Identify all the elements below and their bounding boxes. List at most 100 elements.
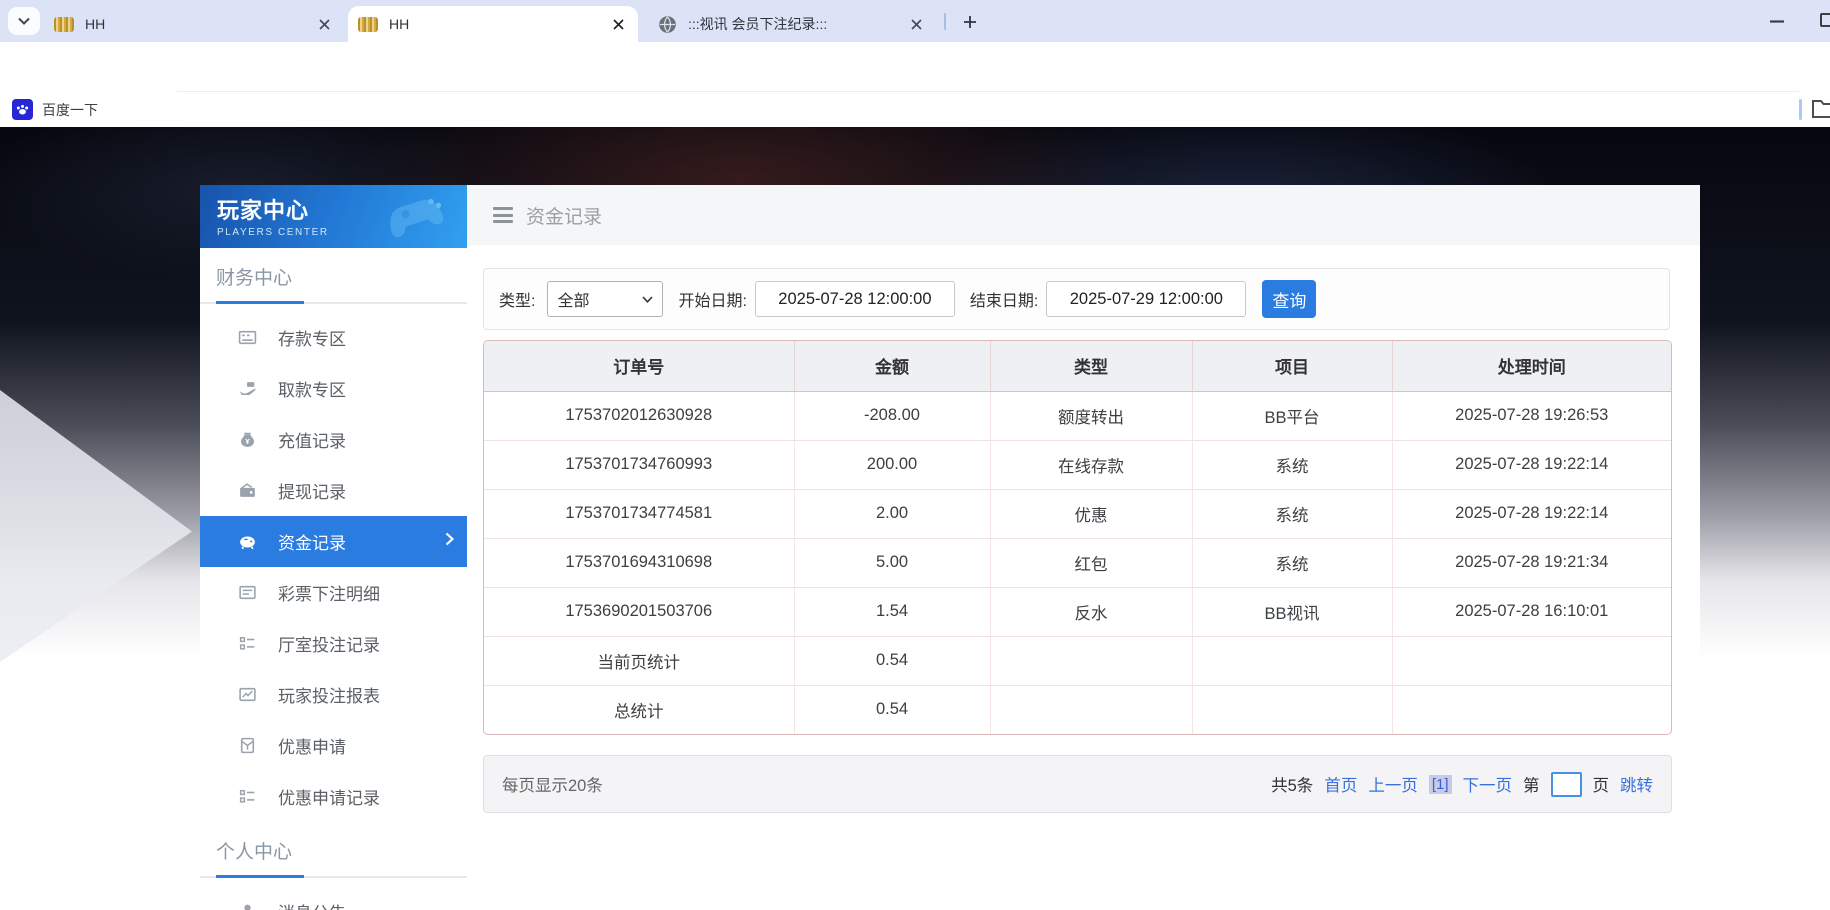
jump-prefix-label: 第 bbox=[1523, 772, 1540, 796]
page-background: 玩家中心 PLAYERS CENTER 财务中心 存款专区 取款专区 充值记录 bbox=[0, 127, 1830, 910]
bookmark-label: 百度一下 bbox=[42, 100, 98, 120]
sidebar-item-hall-bet-record[interactable]: 厅室投注记录 bbox=[200, 618, 467, 669]
sidebar-item-promo-apply-record[interactable]: 优惠申请记录 bbox=[200, 771, 467, 822]
close-icon[interactable] bbox=[906, 14, 926, 34]
table-cell: -208.00 bbox=[794, 391, 990, 440]
table-cell: 2.00 bbox=[794, 489, 990, 538]
list-check-icon bbox=[238, 787, 257, 806]
table-cell bbox=[990, 636, 1192, 685]
tab-search-button[interactable] bbox=[8, 7, 40, 35]
section-divider bbox=[200, 876, 467, 878]
sidebar-item-label: 提现记录 bbox=[278, 478, 346, 503]
sidebar-item-promo-apply[interactable]: 优惠申请 bbox=[200, 720, 467, 771]
table-cell: 1753701694310698 bbox=[484, 538, 794, 587]
folder-icon[interactable] bbox=[1812, 98, 1830, 118]
table-cell: 5.00 bbox=[794, 538, 990, 587]
main-header: 资金记录 bbox=[467, 185, 1700, 245]
table-cell: 红包 bbox=[990, 538, 1192, 587]
sidebar-item-label: 厅室投注记录 bbox=[278, 631, 380, 656]
pagination-bar: 每页显示20条 共5条 首页 上一页 [1] 下一页 第 页 跳转 bbox=[483, 755, 1672, 813]
jump-page-input[interactable] bbox=[1551, 772, 1582, 797]
tab-hh-2-active[interactable]: HH bbox=[348, 6, 638, 42]
column-header-time: 处理时间 bbox=[1392, 341, 1671, 391]
tab-title: HH bbox=[389, 16, 608, 32]
table-row: 1753701694310698 5.00 红包 系统 2025-07-28 1… bbox=[484, 538, 1671, 587]
player-center-sidebar: 玩家中心 PLAYERS CENTER 财务中心 存款专区 取款专区 充值记录 bbox=[200, 185, 467, 910]
jump-button[interactable]: 跳转 bbox=[1620, 772, 1653, 796]
sidebar-item-label: 优惠申请记录 bbox=[278, 784, 380, 809]
sidebar-item-lottery-bet-detail[interactable]: 彩票下注明细 bbox=[200, 567, 467, 618]
table-cell: 1.54 bbox=[794, 587, 990, 636]
sidebar-header: 玩家中心 PLAYERS CENTER bbox=[200, 185, 467, 248]
table-cell: 2025-07-28 19:22:14 bbox=[1392, 489, 1671, 538]
moneybag-icon bbox=[238, 430, 257, 449]
menu-hamburger-icon[interactable] bbox=[493, 207, 513, 223]
window-minimize-button[interactable] bbox=[1762, 6, 1792, 36]
sidebar-item-recharge-record[interactable]: 充值记录 bbox=[200, 414, 467, 465]
funds-table: 订单号 金额 类型 项目 处理时间 1753702012630928 -208.… bbox=[483, 340, 1672, 735]
query-button[interactable]: 查询 bbox=[1262, 280, 1316, 318]
start-date-input[interactable] bbox=[755, 281, 955, 317]
tab-title: HH bbox=[85, 16, 314, 32]
new-tab-button[interactable] bbox=[956, 8, 983, 35]
close-icon[interactable] bbox=[608, 14, 628, 34]
close-icon[interactable] bbox=[314, 14, 334, 34]
plus-icon bbox=[963, 15, 977, 29]
window-maximize-button[interactable] bbox=[1820, 13, 1830, 27]
table-cell: 反水 bbox=[990, 587, 1192, 636]
sidebar-item-funds-record[interactable]: 资金记录 bbox=[200, 516, 467, 567]
bookmark-baidu[interactable]: 百度一下 bbox=[12, 97, 98, 122]
first-page-link[interactable]: 首页 bbox=[1324, 772, 1357, 796]
tab-separator bbox=[944, 13, 946, 30]
page-title: 资金记录 bbox=[526, 202, 602, 229]
table-row: 1753701734760993 200.00 在线存款 系统 2025-07-… bbox=[484, 440, 1671, 489]
table-cell: 在线存款 bbox=[990, 440, 1192, 489]
tab-video-records[interactable]: :::视讯 会员下注纪录::: bbox=[648, 6, 936, 42]
next-page-link[interactable]: 下一页 bbox=[1463, 772, 1513, 796]
bookmarks-divider bbox=[1799, 99, 1802, 120]
tab-strip: HH HH :::视讯 会员下注纪录::: bbox=[0, 0, 1830, 42]
baidu-paw-icon bbox=[12, 99, 33, 120]
table-cell: 2025-07-28 19:26:53 bbox=[1392, 391, 1671, 440]
sidebar-item-withdrawal-record[interactable]: 提现记录 bbox=[200, 465, 467, 516]
sidebar-item-player-bet-report[interactable]: 玩家投注报表 bbox=[200, 669, 467, 720]
chevron-right-icon bbox=[445, 532, 454, 546]
sidebar-item-label: 消息公告 bbox=[278, 899, 346, 910]
table-cell: 1753701734774581 bbox=[484, 489, 794, 538]
current-page-indicator: [1] bbox=[1429, 775, 1452, 794]
gamepad-icon bbox=[383, 189, 461, 243]
wallet-icon bbox=[238, 481, 257, 500]
summary-row-current-page: 当前页统计 0.54 bbox=[484, 636, 1671, 685]
table-cell: 总统计 bbox=[484, 685, 794, 734]
total-count-text: 共5条 bbox=[1271, 772, 1313, 796]
deposit-card-icon bbox=[238, 328, 257, 347]
jump-suffix-label: 页 bbox=[1593, 772, 1610, 796]
sidebar-item-label: 充值记录 bbox=[278, 427, 346, 452]
background-triangle-shape bbox=[0, 390, 192, 662]
table-cell: 系统 bbox=[1192, 538, 1392, 587]
sidebar-item-label: 优惠申请 bbox=[278, 733, 346, 758]
tab-hh-1[interactable]: HH bbox=[44, 6, 344, 42]
prev-page-link[interactable]: 上一页 bbox=[1368, 772, 1418, 796]
end-date-input[interactable] bbox=[1046, 281, 1246, 317]
table-cell: 1753690201503706 bbox=[484, 587, 794, 636]
table-cell: BB视讯 bbox=[1192, 587, 1392, 636]
withdraw-hand-icon bbox=[238, 379, 257, 398]
globe-icon bbox=[658, 15, 677, 34]
gold-favicon bbox=[358, 17, 378, 32]
chevron-down-icon bbox=[642, 296, 653, 303]
sidebar-item-withdraw[interactable]: 取款专区 bbox=[200, 363, 467, 414]
table-row: 1753701734774581 2.00 优惠 系统 2025-07-28 1… bbox=[484, 489, 1671, 538]
sidebar-item-label: 彩票下注明细 bbox=[278, 580, 380, 605]
table-row: 1753690201503706 1.54 反水 BB视讯 2025-07-28… bbox=[484, 587, 1671, 636]
sidebar-item-deposit[interactable]: 存款专区 bbox=[200, 312, 467, 363]
sidebar-item-message-notice[interactable]: 消息公告 bbox=[200, 886, 467, 910]
column-header-type: 类型 bbox=[990, 341, 1192, 391]
filter-bar: 类型: 全部 开始日期: 结束日期: 查询 bbox=[483, 268, 1670, 330]
column-header-order-id: 订单号 bbox=[484, 341, 794, 391]
type-select[interactable]: 全部 bbox=[547, 281, 663, 317]
table-cell: 200.00 bbox=[794, 440, 990, 489]
table-cell: 额度转出 bbox=[990, 391, 1192, 440]
table-row: 1753702012630928 -208.00 额度转出 BB平台 2025-… bbox=[484, 391, 1671, 440]
column-header-project: 项目 bbox=[1192, 341, 1392, 391]
